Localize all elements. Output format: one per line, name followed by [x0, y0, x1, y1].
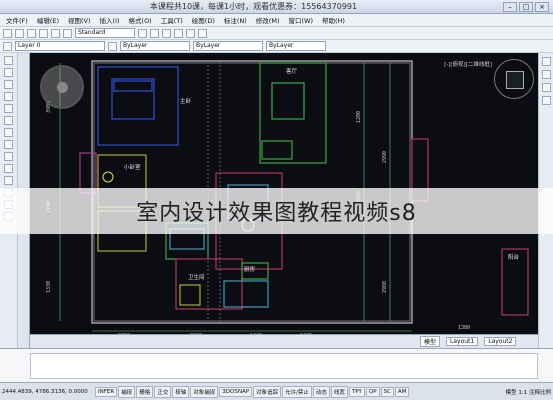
showmotion-icon[interactable]	[541, 96, 551, 105]
room-label-living-room: 客厅	[286, 67, 298, 75]
status-am-toggle[interactable]: AM	[394, 386, 410, 397]
close-button[interactable]: ×	[535, 1, 549, 12]
status-dyn-toggle[interactable]: 动态	[312, 385, 330, 398]
room-label-kitchen: 厨房	[244, 265, 256, 273]
status-grid-toggle[interactable]: 栅格	[136, 385, 154, 398]
room-label-bathroom: 卫生间	[188, 273, 205, 281]
save-icon[interactable]	[27, 28, 36, 38]
room-label-balcony: 阳台	[508, 253, 520, 261]
layout-tabs: 模型 Layout1 Layout2	[30, 334, 538, 348]
status-ortho-toggle[interactable]: 正交	[154, 385, 172, 398]
lineweight-select[interactable]: ByLayer	[266, 41, 326, 51]
polyline-icon[interactable]	[4, 68, 13, 77]
layers-toolbar: Layer 0 ByLayer ByLayer ByLayer	[0, 40, 553, 53]
menu-help[interactable]: 帮助(H)	[319, 15, 348, 25]
zoom-icon[interactable]	[150, 28, 159, 38]
properties-icon[interactable]	[162, 28, 171, 38]
status-lwt-toggle[interactable]: 线宽	[330, 385, 348, 398]
design-center-icon[interactable]	[174, 28, 183, 38]
zoom-tool-icon[interactable]	[541, 70, 551, 79]
status-bar: 2444.4839, 4786.3136, 0.0000 INFER 捕捉 栅格…	[0, 382, 553, 400]
cursor-coordinates: 2444.4839, 4786.3136, 0.0000	[2, 388, 88, 395]
status-qp-toggle[interactable]: QP	[365, 386, 380, 397]
room-label-small-bedroom: 小卧室	[124, 163, 141, 171]
window-title: 本课程共10课，每课1小时，观看优惠券：15564370991	[149, 2, 358, 11]
status-osnap-toggle[interactable]: 对象捕捉	[190, 385, 219, 398]
menu-tools[interactable]: 工具(T)	[158, 15, 186, 25]
open-file-icon[interactable]	[15, 28, 24, 38]
rectangle-icon[interactable]	[4, 92, 13, 101]
menu-bar: 文件(F) 编辑(E) 视图(V) 插入(I) 格式(O) 工具(T) 绘图(D…	[0, 14, 553, 27]
status-polar-toggle[interactable]: 极轴	[172, 385, 190, 398]
undo-icon[interactable]	[51, 28, 60, 38]
print-icon[interactable]	[39, 28, 48, 38]
status-tpy-toggle[interactable]: TPY	[348, 386, 365, 397]
redo-icon[interactable]	[63, 28, 72, 38]
tab-layout2[interactable]: Layout2	[484, 337, 517, 346]
menu-modify[interactable]: 修改(M)	[253, 15, 283, 25]
point-icon[interactable]	[4, 164, 13, 173]
maximize-button[interactable]: □	[519, 1, 533, 12]
ellipse-icon[interactable]	[4, 140, 13, 149]
status-sc-toggle[interactable]: SC	[380, 386, 394, 397]
room-label-master-bedroom: 主卧	[180, 97, 192, 105]
minimize-button[interactable]: –	[503, 1, 517, 12]
pan-tool-icon[interactable]	[541, 57, 551, 66]
dim-text: 1330	[46, 281, 52, 293]
viewport-label[interactable]: [-][俯视][二维线框]	[444, 60, 492, 68]
watermark-banner: 室内设计效果图教程视频s8	[0, 188, 553, 234]
orbit-tool-icon[interactable]	[541, 83, 551, 92]
insert-block-icon[interactable]	[4, 152, 13, 161]
make-current-icon[interactable]	[108, 41, 117, 51]
status-ducs-toggle[interactable]: 允许/禁止	[282, 385, 312, 398]
view-cube[interactable]	[494, 59, 534, 99]
line-icon[interactable]	[4, 56, 13, 65]
menu-file[interactable]: 文件(F)	[3, 15, 31, 25]
tab-model[interactable]: 模型	[420, 336, 441, 347]
standard-toolbar: Standard	[0, 27, 553, 40]
polygon-icon[interactable]	[4, 80, 13, 89]
pan-icon[interactable]	[138, 28, 147, 38]
dim-text: 1380	[458, 325, 470, 331]
spline-icon[interactable]	[4, 128, 13, 137]
dim-text: 1200	[356, 111, 362, 123]
menu-view[interactable]: 视图(V)	[65, 15, 94, 25]
tab-layout1[interactable]: Layout1	[446, 337, 479, 346]
new-file-icon[interactable]	[3, 28, 12, 38]
status-infer-toggle[interactable]: INFER	[95, 386, 118, 397]
dim-text: 2980	[382, 281, 388, 293]
status-3dosnap-toggle[interactable]: 3DOSNAP	[219, 386, 253, 397]
text-style-select[interactable]: Standard	[75, 28, 135, 38]
layers-icon[interactable]	[186, 28, 195, 38]
layer-select[interactable]: Layer 0	[15, 41, 105, 51]
command-window	[0, 348, 553, 382]
menu-format[interactable]: 格式(O)	[126, 15, 155, 25]
status-snap-toggle[interactable]: 捕捉	[118, 385, 136, 398]
circle-icon[interactable]	[4, 116, 13, 125]
layer-manager-icon[interactable]	[3, 41, 12, 51]
navigation-wheel-center[interactable]	[57, 82, 68, 93]
menu-window[interactable]: 窗口(W)	[285, 15, 316, 25]
linetype-select[interactable]: ByLayer	[193, 41, 263, 51]
title-bar: 本课程共10课，每课1小时，观看优惠券：15564370991 – □ ×	[0, 0, 553, 14]
color-select[interactable]: ByLayer	[120, 41, 190, 51]
menu-dimension[interactable]: 标注(N)	[221, 15, 250, 25]
annotation-scale[interactable]: 模型 1:1 注释比例	[506, 388, 551, 396]
arc-icon[interactable]	[4, 104, 13, 113]
menu-edit[interactable]: 编辑(E)	[34, 15, 62, 25]
menu-draw[interactable]: 绘图(D)	[189, 15, 218, 25]
dim-text: 2990	[382, 151, 388, 163]
menu-insert[interactable]: 插入(I)	[97, 15, 123, 25]
navigation-wheel[interactable]	[40, 65, 84, 109]
status-otrack-toggle[interactable]: 对象追踪	[253, 385, 282, 398]
command-input[interactable]	[30, 353, 538, 379]
view-cube-face[interactable]	[506, 71, 524, 89]
hatch-icon[interactable]	[4, 176, 13, 185]
help-icon[interactable]	[198, 28, 207, 38]
